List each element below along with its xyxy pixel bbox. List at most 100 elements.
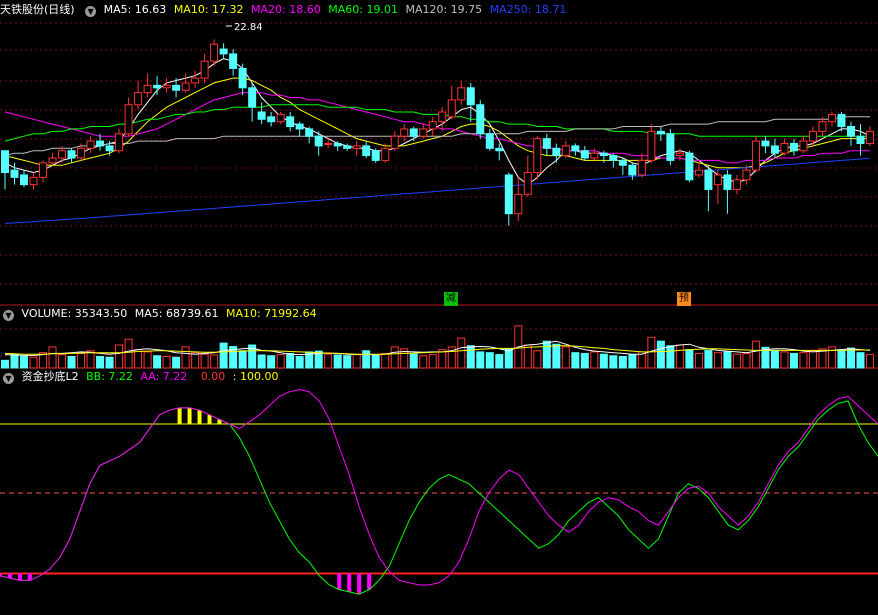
volume-bar-82 — [780, 351, 789, 369]
volume-bar-62 — [590, 351, 599, 369]
moving-average-lines — [4, 58, 871, 224]
volume-bar-28 — [267, 355, 276, 369]
volume-bar-88 — [837, 349, 846, 369]
candle-body-50 — [476, 104, 485, 135]
candle-39 — [371, 148, 380, 163]
candle-body-80 — [761, 140, 770, 147]
volume-bar-61 — [580, 352, 589, 369]
candle-body-33 — [314, 135, 323, 147]
candle-7 — [67, 148, 76, 163]
candlestick-series[interactable] — [1, 39, 874, 226]
volume-bar-36 — [343, 355, 352, 369]
volume-bar-40 — [381, 352, 390, 369]
candle-32 — [305, 126, 314, 144]
volume-bar-64 — [609, 355, 618, 369]
candle-36 — [343, 143, 352, 151]
peak-annotation: 22.84 — [226, 22, 263, 33]
candle-body-32 — [305, 128, 314, 137]
volume-bar-11 — [105, 356, 114, 369]
indicator-title[interactable]: 资金抄底L2 — [22, 370, 79, 383]
candle-74 — [704, 165, 713, 212]
candle-body-13 — [124, 104, 133, 135]
volume-bar-76 — [723, 351, 732, 369]
candle-0 — [1, 150, 9, 190]
candle-body-16 — [153, 84, 162, 89]
candle-body-91 — [866, 130, 874, 144]
indicator-buy-bar-7 — [367, 573, 372, 590]
candle-body-53 — [504, 174, 513, 215]
volume-bar-12 — [115, 344, 124, 369]
candle-body-70 — [666, 133, 675, 161]
candle-body-84 — [799, 140, 808, 152]
candle-body-37 — [352, 145, 361, 149]
candle-57 — [542, 133, 551, 156]
volume-bar-15 — [143, 351, 152, 369]
volume-bar-18 — [172, 356, 181, 369]
warning-signal-tag[interactable]: 预 — [677, 292, 691, 306]
candle-body-39 — [371, 150, 380, 161]
volume-bar-2 — [20, 356, 29, 369]
ma60-value: MA60: 19.01 — [328, 3, 398, 16]
ma5-value: MA5: 16.63 — [103, 3, 167, 16]
volume-bar-68 — [647, 336, 656, 369]
volume-bar-83 — [789, 352, 798, 369]
indicator-aa-line — [0, 388, 878, 586]
indicator-buy-bar-4 — [337, 573, 342, 590]
volume-bar-56 — [533, 350, 542, 369]
candle-body-15 — [143, 84, 152, 94]
candle-body-78 — [742, 169, 751, 181]
reduce-signal-tag[interactable]: 减 — [444, 292, 458, 306]
legend-collapse-icon[interactable]: ▼ — [85, 6, 97, 17]
volume-bar-30 — [286, 352, 295, 369]
indicator-bb-value: BB: 7.22 — [86, 370, 133, 383]
volume-bar-39 — [371, 354, 380, 369]
candle-body-17 — [162, 84, 171, 89]
volume-bar-59 — [561, 346, 570, 369]
candle-body-10 — [96, 140, 105, 147]
candle-body-14 — [134, 92, 143, 106]
volume-bar-17 — [162, 356, 171, 369]
candle-body-5 — [48, 157, 57, 164]
candle-body-45 — [428, 121, 437, 130]
candle-50 — [476, 99, 485, 139]
indicator-panel[interactable] — [0, 388, 878, 595]
indicator-sell-bar-2 — [197, 410, 202, 424]
volume-bar-65 — [618, 356, 627, 369]
candle-body-87 — [827, 113, 836, 123]
volume-panel[interactable] — [1, 325, 874, 369]
indicator-legend: ▼ 资金抄底L2 BB: 7.22 AA: 7.22 0.00 : 100.00 — [0, 369, 283, 385]
candle-9 — [86, 136, 95, 154]
volume-bar-58 — [552, 343, 561, 369]
candle-body-38 — [362, 145, 371, 157]
candle-body-65 — [618, 159, 627, 166]
candle-body-8 — [77, 147, 86, 159]
candle-body-59 — [561, 145, 570, 157]
volume-collapse-icon[interactable]: ▼ — [3, 310, 14, 321]
volume-bar-10 — [96, 356, 105, 369]
indicator-buy-bar-6 — [357, 573, 362, 595]
indicator-v2-value: : 100.00 — [232, 370, 279, 383]
volume-bar-53 — [504, 348, 513, 369]
candle-body-73 — [694, 169, 703, 176]
volume-bar-45 — [428, 354, 437, 369]
candle-21 — [200, 53, 209, 83]
volume-bar-78 — [742, 352, 751, 369]
candle-20 — [191, 70, 200, 88]
candle-80 — [761, 136, 770, 154]
candle-body-35 — [333, 142, 342, 147]
indicator-collapse-icon[interactable]: ▼ — [3, 373, 14, 384]
candle-53 — [504, 172, 513, 226]
volume-bar-44 — [419, 355, 428, 369]
candle-body-75 — [713, 174, 722, 186]
candle-65 — [618, 158, 627, 175]
stock-name-label[interactable]: 天铁股份(日线) — [0, 3, 75, 16]
volume-bar-13 — [124, 338, 133, 369]
volume-bar-38 — [362, 350, 371, 369]
candle-26 — [248, 82, 257, 122]
volume-bar-85 — [808, 350, 817, 369]
candle-49 — [466, 82, 475, 122]
candle-body-79 — [751, 140, 760, 171]
volume-bar-16 — [153, 355, 162, 369]
candle-body-11 — [105, 145, 114, 152]
candle-54 — [514, 177, 523, 221]
